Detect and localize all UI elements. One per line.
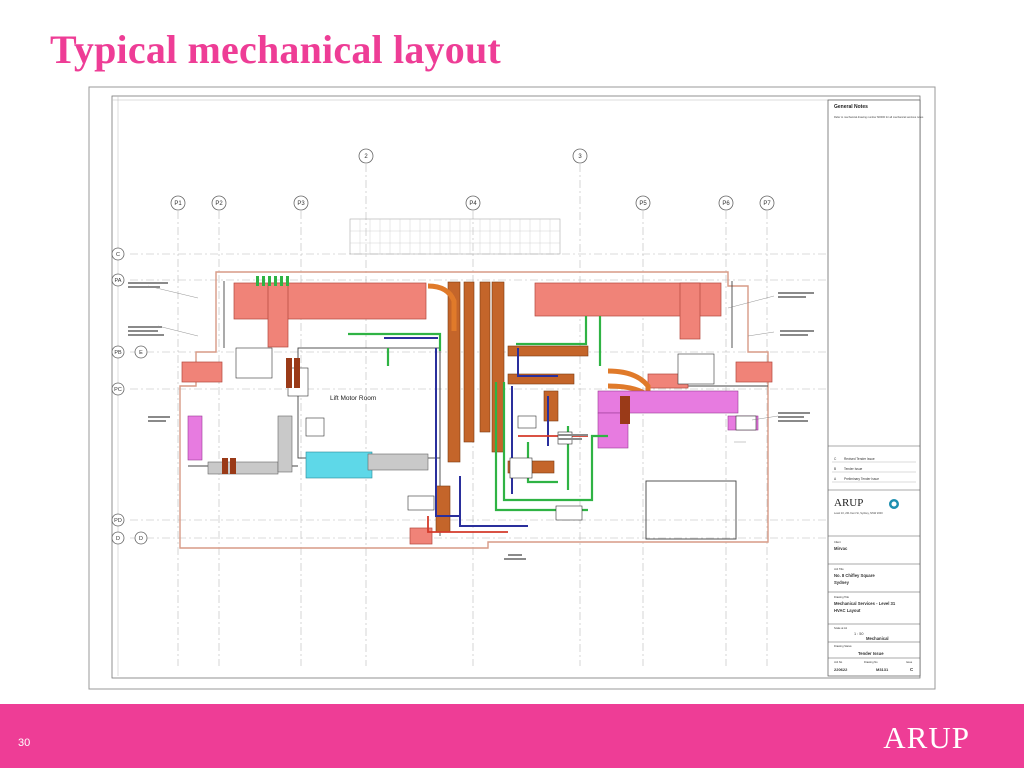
grid-label: E [139, 350, 143, 356]
grid-label: P4 [469, 201, 477, 207]
mechanical-drawing: 2 3 P1 P2 P3 P4 P5 P6 P7 C PA PB E PC PD… [88, 86, 936, 690]
drawing-title-label: Drawing Title [834, 595, 850, 599]
grid-label: P2 [215, 201, 223, 207]
drawing-no-label: Drawing No [864, 660, 878, 664]
grid-label: P1 [174, 201, 182, 207]
grid-label: PD [114, 518, 122, 524]
grid-label: P7 [763, 201, 771, 207]
arup-logo: ARUP [883, 720, 970, 755]
company-logo: ARUP [834, 497, 863, 509]
job-title-label: Job Title [834, 567, 844, 571]
client-name: Mirvac [834, 546, 848, 551]
grid-label: PC [114, 387, 122, 393]
grid-label: PB [114, 350, 122, 356]
issue-label: Issue [906, 660, 913, 664]
grid-label: PA [115, 278, 122, 284]
fresh-air-duct [305, 451, 373, 479]
job-no-label: Job No [834, 660, 843, 664]
page-number: 30 [18, 737, 31, 749]
drawing-no: M3131 [876, 667, 889, 672]
drawing-title-line2: HVAC Layout [834, 608, 861, 613]
notes-text: Refer to mechanical drawing number M0000… [834, 115, 924, 119]
revision-rev: B [834, 467, 836, 471]
job-title-line1: No. 8 Chifley Square [834, 573, 875, 578]
scale-value: 1 : 50 [854, 632, 864, 636]
status-value: Tender Issue [858, 651, 884, 656]
grid-label: P5 [639, 201, 647, 207]
grid-label: P3 [297, 201, 305, 207]
grid-label: C [116, 252, 120, 258]
job-no: 220622 [834, 667, 848, 672]
grid-label: D [116, 536, 120, 542]
revision-description: Preliminary Tender Issue [844, 477, 879, 481]
grid-label: P6 [722, 201, 730, 207]
client-label: Client [834, 540, 841, 544]
grid-label: D [139, 536, 143, 542]
revision-description: Revised Tender Issue [844, 457, 875, 461]
drawing-title-line1: Mechanical Services - Level 31 [834, 601, 896, 606]
status-label: Drawing Status [834, 644, 852, 648]
title-block [827, 99, 921, 677]
job-title-line2: Sydney [834, 580, 850, 585]
slide-title: Typical mechanical layout [50, 27, 501, 72]
company-address: Level 10, 201 Kent St, Sydney, NSW 2000 [834, 511, 883, 515]
scale-label: Scale at A1 [834, 626, 848, 630]
footer-bar: 30 ARUP [0, 704, 1024, 768]
consultant-logo [889, 499, 899, 509]
notes-heading: General Notes [834, 104, 868, 110]
room-label: Lift Motor Room [330, 395, 376, 402]
discipline-value: Mechanical [866, 636, 889, 641]
revision-description: Tender Issue [844, 467, 862, 471]
